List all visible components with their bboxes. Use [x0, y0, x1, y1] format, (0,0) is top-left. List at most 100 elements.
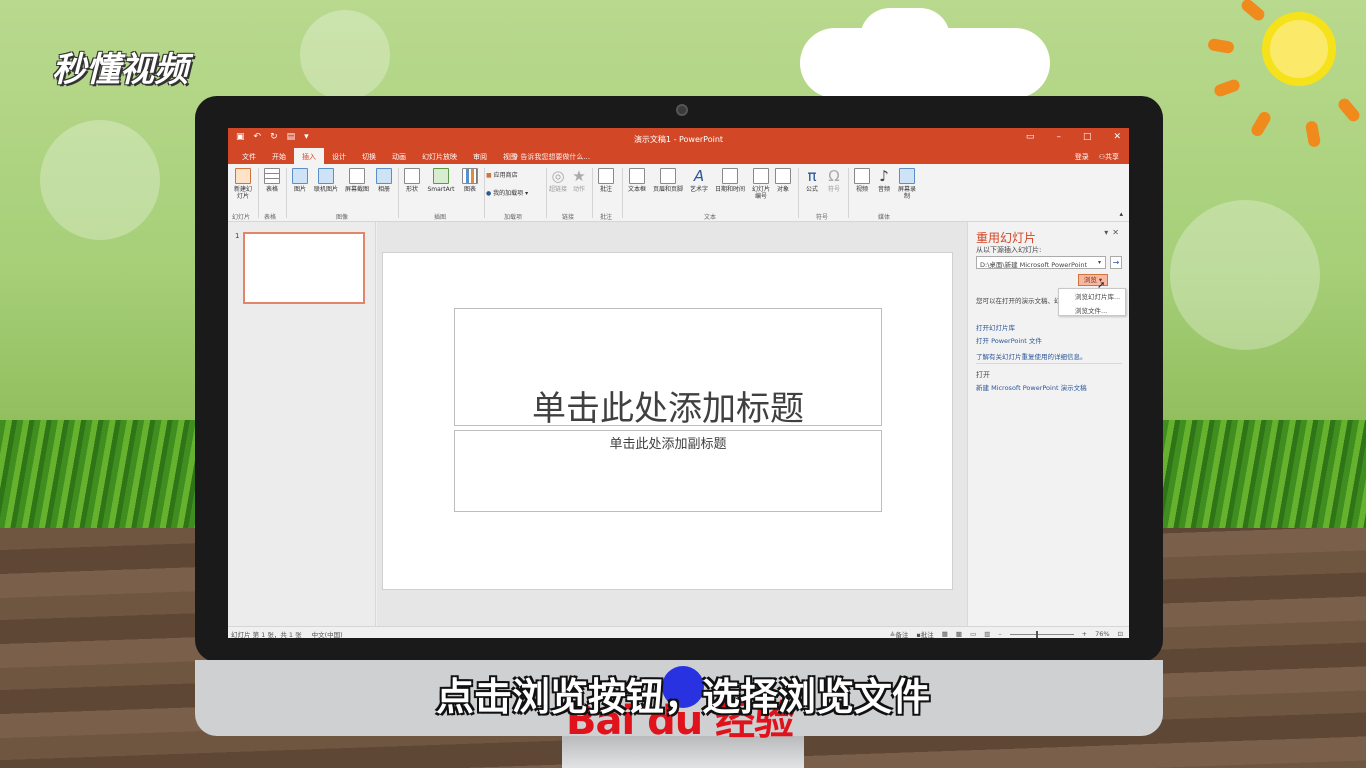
store-icon: ■	[486, 172, 492, 179]
group-separator	[258, 168, 259, 218]
cloud-decoration	[860, 8, 950, 68]
sun-ray	[1212, 77, 1242, 99]
online-pictures-button[interactable]: 联机图片	[312, 168, 340, 193]
screen-recording-button[interactable]: 屏幕录制	[896, 168, 918, 200]
wordart-icon: A	[693, 167, 705, 185]
ribbon-display-icon[interactable]: ▭	[1026, 132, 1035, 142]
wordart-button[interactable]: A 艺术字	[688, 168, 710, 193]
maximize-button[interactable]: □	[1083, 132, 1092, 142]
slide-thumbnail[interactable]	[243, 232, 365, 304]
tab-review[interactable]: 审阅	[465, 148, 495, 164]
minimize-button[interactable]: –	[1056, 132, 1061, 142]
zoom-thumb[interactable]	[1035, 630, 1038, 638]
comment-button[interactable]: 批注	[596, 168, 616, 193]
audio-button[interactable]: ♪ 音频	[874, 168, 894, 193]
tell-me-box[interactable]: ♀ 告诉我您想要做什么...	[513, 152, 590, 162]
new-slide-button[interactable]: 新建幻灯片	[232, 168, 254, 200]
background-bokeh	[1170, 200, 1320, 350]
open-powerpoint-file-link[interactable]: 打开 PowerPoint 文件	[976, 335, 1042, 345]
language-indicator[interactable]: 中文(中国)	[312, 629, 343, 638]
zoom-level[interactable]: 76%	[1095, 630, 1109, 638]
comments-button[interactable]: ▪批注	[916, 629, 933, 638]
source-combobox[interactable]: D:\桌面\新建 Microsoft PowerPoint ▾	[976, 256, 1106, 269]
action-button[interactable]: ★ 动作	[570, 168, 588, 193]
recent-file-link[interactable]: 新建 Microsoft PowerPoint 演示文稿	[976, 382, 1087, 392]
tab-animations[interactable]: 动画	[384, 148, 414, 164]
textbox-button[interactable]: 文本框	[626, 168, 648, 193]
slide-canvas[interactable]: 单击此处添加标题 单击此处添加副标题	[382, 252, 953, 590]
group-label-images: 图像	[336, 214, 349, 221]
group-label-symbols: 符号	[816, 214, 829, 221]
group-label-media: 媒体	[878, 214, 891, 221]
slide-number-button[interactable]: 幻灯片编号	[750, 168, 772, 200]
window-title: 演示文稿1 - PowerPoint	[633, 135, 724, 144]
addins-icon: ●	[486, 190, 492, 197]
go-arrow-button[interactable]: →	[1110, 256, 1122, 269]
signin-link[interactable]: 登录	[1075, 152, 1089, 162]
sun-ray	[1207, 37, 1235, 55]
open-heading: 打开	[976, 371, 990, 379]
my-addins-button[interactable]: ● 我的加载项 ▾	[486, 190, 544, 197]
subtitle-placeholder[interactable]: 单击此处添加副标题	[454, 430, 882, 512]
omega-icon: Ω	[828, 167, 840, 185]
pane-close-icon[interactable]: ✕	[1112, 228, 1123, 237]
hyperlink-button[interactable]: ◎ 超链接	[548, 168, 568, 193]
zoom-out-button[interactable]: –	[998, 630, 1001, 638]
object-button[interactable]: 对象	[774, 168, 792, 193]
group-separator	[398, 168, 399, 218]
date-time-button[interactable]: 日期和时间	[712, 168, 748, 193]
open-slide-library-link[interactable]: 打开幻灯片库	[976, 322, 1015, 332]
group-separator	[546, 168, 547, 218]
tab-design[interactable]: 设计	[324, 148, 354, 164]
equation-button[interactable]: π 公式	[802, 168, 822, 193]
screen-record-icon	[899, 168, 915, 184]
slideshow-icon[interactable]: ▥	[984, 630, 990, 638]
video-button[interactable]: 视频	[852, 168, 872, 193]
tab-transitions[interactable]: 切换	[354, 148, 384, 164]
pane-controls: ▾✕	[1104, 228, 1123, 237]
background-bokeh	[40, 120, 160, 240]
shapes-button[interactable]: 形状	[402, 168, 422, 193]
normal-view-icon[interactable]: ▦	[942, 630, 948, 638]
title-bar: ▣ ↶ ↻ ▤ ▾ 演示文稿1 - PowerPoint ▭ – □ ✕	[228, 128, 1129, 148]
camera-icon	[349, 168, 365, 184]
video-icon	[854, 168, 870, 184]
slide-sorter-icon[interactable]: ▩	[956, 630, 962, 638]
tab-slideshow[interactable]: 幻灯片放映	[414, 148, 465, 164]
fit-to-window-icon[interactable]: ⊡	[1118, 630, 1123, 638]
zoom-slider[interactable]	[1009, 630, 1074, 638]
tab-home[interactable]: 开始	[264, 148, 294, 164]
album-icon	[376, 168, 392, 184]
screenshot-button[interactable]: 屏幕截图	[342, 168, 372, 193]
menu-item-browse-library[interactable]: 浏览幻灯片库...	[1059, 289, 1125, 303]
powerpoint-window: ▣ ↶ ↻ ▤ ▾ 演示文稿1 - PowerPoint ▭ – □ ✕ 文件 …	[228, 128, 1129, 638]
tab-file[interactable]: 文件	[234, 148, 264, 164]
chevron-down-icon[interactable]: ▾	[1095, 258, 1104, 267]
close-button[interactable]: ✕	[1113, 132, 1121, 142]
menu-item-browse-file[interactable]: 浏览文件...	[1059, 303, 1125, 317]
photo-album-button[interactable]: 相册	[374, 168, 394, 193]
share-button[interactable]: ⚇共享	[1099, 152, 1119, 162]
zoom-in-button[interactable]: +	[1082, 630, 1087, 638]
arrow-right-icon: →	[1112, 258, 1120, 267]
store-button[interactable]: ■ 应用商店	[486, 172, 530, 179]
table-icon	[264, 168, 280, 184]
smartart-button[interactable]: SmartArt	[424, 168, 458, 193]
slide-thumbnails-pane: 1	[228, 222, 376, 626]
notes-button[interactable]: ≜备注	[890, 629, 908, 638]
pictures-button[interactable]: 图片	[290, 168, 310, 193]
title-placeholder[interactable]: 单击此处添加标题	[454, 308, 882, 429]
lightbulb-icon: ♀	[513, 153, 519, 161]
header-footer-button[interactable]: 页眉和页脚	[650, 168, 686, 193]
object-icon	[775, 168, 791, 184]
reading-view-icon[interactable]: ▭	[970, 630, 976, 638]
collapse-ribbon-icon[interactable]: ▴	[1119, 210, 1123, 218]
symbol-button[interactable]: Ω 符号	[824, 168, 844, 193]
slide-number-icon	[753, 168, 769, 184]
learn-more-link[interactable]: 了解有关幻灯片重复使用的详细信息。	[976, 351, 1087, 361]
tab-insert[interactable]: 插入	[294, 148, 324, 164]
chart-button[interactable]: 图表	[460, 168, 480, 193]
table-button[interactable]: 表格	[262, 168, 282, 193]
calendar-icon	[722, 168, 738, 184]
chart-icon	[462, 168, 478, 184]
